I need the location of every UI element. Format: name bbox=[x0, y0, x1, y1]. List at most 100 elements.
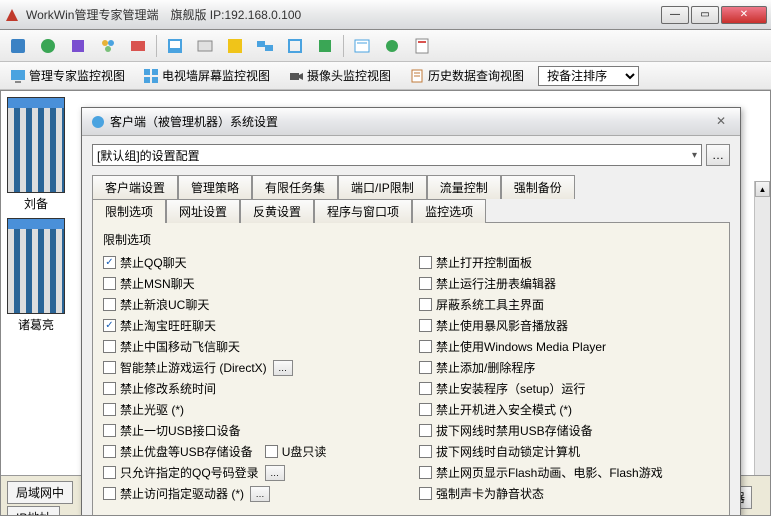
restriction-row: 禁止运行注册表编辑器 bbox=[419, 273, 719, 294]
toolbar-icon-2[interactable] bbox=[36, 34, 60, 58]
checkbox[interactable] bbox=[103, 256, 116, 269]
client-name: 刘备 bbox=[7, 193, 65, 214]
checkbox[interactable] bbox=[103, 466, 116, 479]
toolbar-icon-4[interactable] bbox=[96, 34, 120, 58]
group-config-combo[interactable]: [默认组]的设置配置 ▾ bbox=[92, 144, 702, 166]
detail-button[interactable]: … bbox=[273, 360, 293, 376]
checkbox[interactable] bbox=[419, 319, 432, 332]
checkbox[interactable] bbox=[103, 382, 116, 395]
client-thumb[interactable]: 刘备 bbox=[7, 97, 65, 214]
vertical-scrollbar[interactable]: ▲ bbox=[754, 181, 770, 516]
checkbox[interactable] bbox=[419, 277, 432, 290]
restriction-row: 拔下网线时禁用USB存储设备 bbox=[419, 420, 719, 441]
settings-tab[interactable]: 程序与窗口项 bbox=[314, 199, 412, 223]
view-tv-wall[interactable]: 电视墙屏幕监控视图 bbox=[139, 65, 274, 86]
content-area: 刘备 诸葛亮 ▲ 局域网中 IP地址 监视机器 客户端（被管理机器）系统设置 ✕… bbox=[0, 90, 771, 516]
checkbox[interactable] bbox=[103, 424, 116, 437]
toolbar-icon-7[interactable] bbox=[193, 34, 217, 58]
toolbar-icon-1[interactable] bbox=[6, 34, 30, 58]
chevron-down-icon: ▾ bbox=[692, 150, 697, 161]
restriction-label: 智能禁止游戏运行 (DirectX) bbox=[120, 359, 267, 376]
group-header: 限制选项 bbox=[103, 229, 719, 252]
restriction-row: 禁止网页显示Flash动画、电影、Flash游戏 bbox=[419, 462, 719, 483]
pin-icon[interactable]: ✕ bbox=[716, 114, 732, 130]
bottom-tab-ip[interactable]: IP地址 bbox=[7, 506, 60, 516]
view-history[interactable]: 历史数据查询视图 bbox=[405, 65, 528, 86]
checkbox[interactable] bbox=[103, 403, 116, 416]
toolbar-separator bbox=[156, 35, 157, 57]
restriction-label: 禁止中国移动飞信聊天 bbox=[120, 338, 240, 355]
toolbar-icon-10[interactable] bbox=[283, 34, 307, 58]
checkbox[interactable] bbox=[419, 298, 432, 311]
detail-button[interactable]: … bbox=[250, 486, 270, 502]
titlebar: WorkWin管理专家管理端 旗舰版 IP:192.168.0.100 — ▭ … bbox=[0, 0, 771, 30]
sort-select[interactable]: 按备注排序 bbox=[538, 66, 639, 86]
checkbox[interactable] bbox=[419, 361, 432, 374]
checkbox[interactable] bbox=[103, 487, 116, 500]
restriction-label: 只允许指定的QQ号码登录 bbox=[120, 464, 259, 481]
checkbox[interactable] bbox=[419, 487, 432, 500]
settings-tab[interactable]: 流量控制 bbox=[427, 175, 501, 199]
view-label: 摄像头监控视图 bbox=[307, 67, 391, 84]
toolbar-icon-12[interactable] bbox=[350, 34, 374, 58]
settings-tab[interactable]: 端口/IP限制 bbox=[338, 175, 427, 199]
checkbox[interactable] bbox=[419, 256, 432, 269]
toolbar-icon-3[interactable] bbox=[66, 34, 90, 58]
settings-tab[interactable]: 管理策略 bbox=[178, 175, 252, 199]
scroll-up-icon[interactable]: ▲ bbox=[755, 181, 770, 197]
restriction-label: 拔下网线时禁用USB存储设备 bbox=[436, 422, 593, 439]
toolbar-icon-9[interactable] bbox=[253, 34, 277, 58]
bottom-tab-lan[interactable]: 局域网中 bbox=[7, 481, 73, 504]
toolbar-icon-5[interactable] bbox=[126, 34, 150, 58]
restriction-label: 禁止打开控制面板 bbox=[436, 254, 532, 271]
checkbox[interactable] bbox=[103, 319, 116, 332]
toolbar-icon-6[interactable] bbox=[163, 34, 187, 58]
restriction-label: 禁止访问指定驱动器 (*) bbox=[120, 485, 244, 502]
settings-tab[interactable]: 有限任务集 bbox=[252, 175, 338, 199]
client-thumbnails: 刘备 诸葛亮 bbox=[7, 97, 69, 339]
camera-icon bbox=[288, 68, 304, 84]
restriction-row: 禁止中国移动飞信聊天 bbox=[103, 336, 403, 357]
settings-tab[interactable]: 反黄设置 bbox=[240, 199, 314, 223]
checkbox[interactable] bbox=[103, 298, 116, 311]
toolbar-icon-11[interactable] bbox=[313, 34, 337, 58]
settings-tab[interactable]: 网址设置 bbox=[166, 199, 240, 223]
checkbox[interactable] bbox=[419, 424, 432, 437]
detail-button[interactable]: … bbox=[265, 465, 285, 481]
checkbox[interactable] bbox=[419, 340, 432, 353]
restriction-label: 禁止添加/删除程序 bbox=[436, 359, 535, 376]
toolbar-icon-13[interactable] bbox=[380, 34, 404, 58]
toolbar-icon-14[interactable] bbox=[410, 34, 434, 58]
checkbox[interactable] bbox=[265, 445, 278, 458]
close-button[interactable]: ✕ bbox=[721, 6, 767, 24]
checkbox[interactable] bbox=[103, 361, 116, 374]
browse-button[interactable]: … bbox=[706, 144, 730, 166]
checkbox[interactable] bbox=[419, 466, 432, 479]
checkbox[interactable] bbox=[419, 382, 432, 395]
checkbox[interactable] bbox=[103, 340, 116, 353]
settings-tab[interactable]: 强制备份 bbox=[501, 175, 575, 199]
view-label: 历史数据查询视图 bbox=[428, 67, 524, 84]
view-camera[interactable]: 摄像头监控视图 bbox=[284, 65, 395, 86]
client-name: 诸葛亮 bbox=[7, 314, 65, 335]
minimize-button[interactable]: — bbox=[661, 6, 689, 24]
restriction-label: 禁止QQ聊天 bbox=[120, 254, 187, 271]
restriction-row: 禁止新浪UC聊天 bbox=[103, 294, 403, 315]
settings-tab[interactable]: 客户端设置 bbox=[92, 175, 178, 199]
checkbox[interactable] bbox=[103, 277, 116, 290]
screenshot-thumb bbox=[7, 97, 65, 193]
toolbar-icon-8[interactable] bbox=[223, 34, 247, 58]
checkbox[interactable] bbox=[103, 445, 116, 458]
view-expert-monitor[interactable]: 管理专家监控视图 bbox=[6, 65, 129, 86]
restriction-label: 禁止开机进入安全模式 (*) bbox=[436, 401, 572, 418]
restriction-row: 禁止修改系统时间 bbox=[103, 378, 403, 399]
settings-tab[interactable]: 限制选项 bbox=[92, 199, 166, 223]
maximize-button[interactable]: ▭ bbox=[691, 6, 719, 24]
combo-value: [默认组]的设置配置 bbox=[97, 147, 200, 164]
checkbox[interactable] bbox=[419, 403, 432, 416]
checkbox[interactable] bbox=[419, 445, 432, 458]
restriction-label: 禁止一切USB接口设备 bbox=[120, 422, 241, 439]
settings-tab[interactable]: 监控选项 bbox=[412, 199, 486, 223]
client-thumb[interactable]: 诸葛亮 bbox=[7, 218, 65, 335]
view-label: 管理专家监控视图 bbox=[29, 67, 125, 84]
